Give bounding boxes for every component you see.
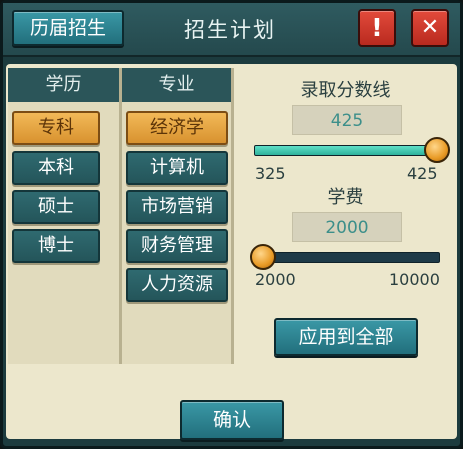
- score-slider-track[interactable]: [254, 145, 440, 156]
- major-column-header: 专业: [122, 68, 231, 102]
- degree-item-master[interactable]: 硕士: [12, 190, 100, 224]
- score-slider-handle[interactable]: [424, 137, 450, 163]
- history-admissions-button[interactable]: 历届招生: [12, 10, 124, 46]
- score-slider-fill: [255, 146, 439, 155]
- major-item-marketing[interactable]: 市场营销: [126, 190, 228, 224]
- fee-slider-handle[interactable]: [250, 244, 276, 270]
- major-item-computer-science[interactable]: 计算机: [126, 151, 228, 185]
- fee-slider-track[interactable]: [254, 252, 440, 263]
- score-max-label: 425: [407, 164, 438, 183]
- confirm-button[interactable]: 确认: [180, 400, 284, 440]
- dialog-title: 招生计划: [184, 18, 276, 42]
- column-divider: [119, 68, 122, 364]
- major-item-economics[interactable]: 经济学: [126, 111, 228, 145]
- score-label: 录取分数线: [300, 80, 391, 101]
- score-min-label: 325: [255, 164, 286, 183]
- fee-value: 2000: [292, 212, 402, 242]
- alert-icon[interactable]: !: [358, 9, 396, 47]
- degree-item-bachelor[interactable]: 本科: [12, 151, 100, 185]
- major-item-financial-management[interactable]: 财务管理: [126, 229, 228, 263]
- degree-item-doctorate[interactable]: 博士: [12, 229, 100, 263]
- fee-label: 学费: [327, 187, 364, 208]
- major-item-human-resources[interactable]: 人力资源: [126, 268, 228, 302]
- close-icon[interactable]: ✕: [411, 9, 449, 47]
- score-value: 425: [292, 105, 402, 135]
- degree-item-associate[interactable]: 专科: [12, 111, 100, 145]
- fee-min-label: 2000: [255, 270, 296, 289]
- apply-to-all-button[interactable]: 应用到全部: [274, 318, 418, 356]
- degree-column-header: 学历: [8, 68, 119, 102]
- column-divider: [231, 68, 234, 364]
- fee-max-label: 10000: [389, 270, 440, 289]
